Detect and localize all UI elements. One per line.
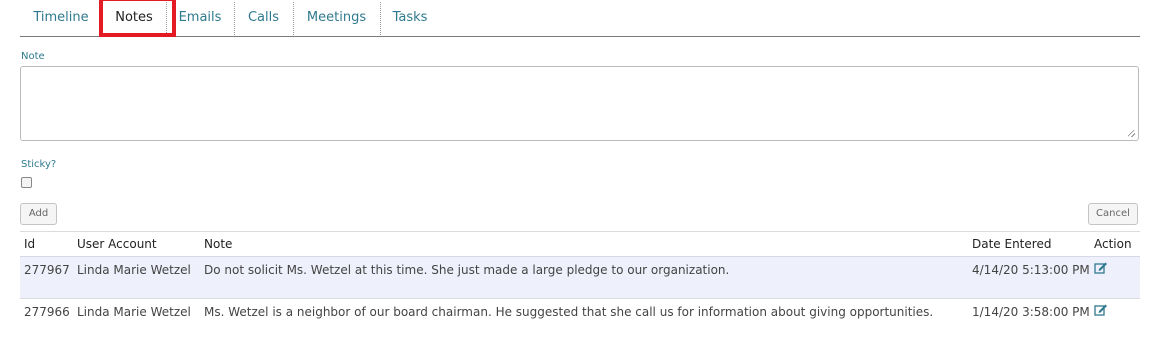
cell-id: 277967: [24, 263, 70, 277]
tab-meetings[interactable]: Meetings: [293, 0, 380, 36]
add-button[interactable]: Add: [20, 203, 57, 225]
edit-icon[interactable]: [1094, 261, 1108, 275]
cell-note: Do not solicit Ms. Wetzel at this time. …: [204, 263, 730, 277]
cancel-button[interactable]: Cancel: [1088, 203, 1138, 225]
active-tab-highlight: [99, 0, 176, 37]
cell-user-account: Linda Marie Wetzel: [77, 305, 191, 319]
header-user-account[interactable]: User Account: [73, 231, 200, 257]
tab-bar: Timeline Notes Emails Calls Meetings Tas…: [20, 0, 1140, 37]
cell-date-entered: 1/14/20 3:58:00 PM: [972, 305, 1090, 319]
note-label: Note: [21, 51, 45, 62]
resize-grip-icon[interactable]: [1128, 130, 1135, 137]
cell-id: 277966: [24, 305, 70, 319]
cell-action: [1090, 257, 1140, 299]
table-row: 277967 Linda Marie Wetzel Do not solicit…: [20, 256, 1140, 299]
table-row: 277966 Linda Marie Wetzel Ms. Wetzel is …: [20, 298, 1140, 345]
header-note[interactable]: Note: [200, 231, 968, 257]
table-header-row: Id User Account Note Date Entered Action: [20, 231, 1140, 257]
sticky-checkbox[interactable]: [21, 177, 32, 188]
header-id[interactable]: Id: [20, 231, 73, 257]
notes-table: Id User Account Note Date Entered Action…: [20, 231, 1140, 345]
header-date-entered[interactable]: Date Entered: [968, 231, 1090, 257]
cell-action: [1090, 299, 1140, 345]
cell-user-account: Linda Marie Wetzel: [77, 263, 191, 277]
tab-timeline[interactable]: Timeline: [20, 0, 102, 36]
cell-note: Ms. Wetzel is a neighbor of our board ch…: [204, 305, 934, 319]
header-action: Action: [1090, 231, 1140, 257]
tab-calls[interactable]: Calls: [234, 0, 293, 36]
cell-date-entered: 4/14/20 5:13:00 PM: [972, 263, 1090, 277]
sticky-label: Sticky?: [21, 159, 57, 170]
tab-emails[interactable]: Emails: [166, 0, 234, 36]
note-textarea[interactable]: [20, 66, 1139, 141]
tab-tasks[interactable]: Tasks: [380, 0, 440, 36]
edit-icon[interactable]: [1094, 303, 1108, 317]
